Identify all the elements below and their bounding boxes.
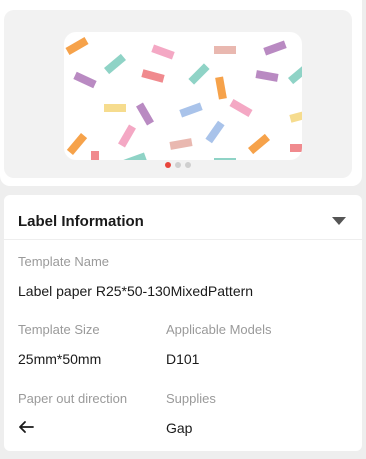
- applicable-models-label: Applicable Models: [166, 322, 272, 337]
- confetti-piece: [104, 104, 126, 112]
- confetti-piece: [288, 63, 302, 85]
- confetti-piece: [289, 109, 302, 123]
- confetti-piece: [123, 152, 147, 160]
- applicable-models-value: D101: [166, 351, 200, 367]
- label-information-card: Label Information Template Name Label pa…: [4, 195, 362, 451]
- paper-out-direction-label: Paper out direction: [18, 391, 128, 406]
- confetti-piece: [229, 99, 253, 117]
- confetti-piece: [205, 120, 225, 144]
- confetti-piece: [290, 144, 302, 152]
- arrow-left-icon: [19, 421, 34, 433]
- supplies-value: Gap: [166, 420, 193, 436]
- label-preview-area: [4, 10, 352, 178]
- label-preview-image[interactable]: [64, 32, 302, 160]
- template-name-value: Label paper R25*50-130MixedPattern: [18, 283, 254, 299]
- page-indicator: [4, 162, 352, 168]
- confetti-piece: [141, 69, 165, 83]
- confetti-piece: [66, 133, 88, 155]
- confetti-piece: [118, 124, 136, 148]
- confetti-piece: [104, 53, 126, 75]
- template-size-value: 25mm*50mm: [18, 351, 102, 367]
- confetti-piece: [179, 102, 203, 118]
- supplies-label: Supplies: [166, 391, 216, 406]
- confetti-piece: [91, 151, 99, 160]
- template-name-label: Template Name: [18, 254, 110, 269]
- confetti-piece: [263, 40, 287, 56]
- page-indicator-dot-active[interactable]: [165, 162, 171, 168]
- confetti-piece: [151, 44, 175, 60]
- confetti-piece: [136, 102, 154, 126]
- label-information-header[interactable]: Label Information: [18, 212, 348, 232]
- confetti-piece: [73, 71, 97, 89]
- confetti-piece: [214, 46, 236, 54]
- page-indicator-dot[interactable]: [175, 162, 181, 168]
- page-indicator-dot[interactable]: [185, 162, 191, 168]
- confetti-piece: [215, 76, 227, 100]
- confetti-piece: [214, 158, 236, 160]
- confetti-piece: [255, 70, 279, 82]
- confetti-piece: [65, 37, 89, 55]
- header-divider: [4, 239, 362, 240]
- confetti-piece: [188, 63, 210, 85]
- mixed-pattern-graphic: [65, 37, 302, 160]
- label-preview-card: [0, 0, 362, 186]
- confetti-piece: [169, 138, 193, 150]
- triangle-down-icon[interactable]: [332, 217, 346, 225]
- template-size-label: Template Size: [18, 322, 100, 337]
- label-information-title: Label Information: [18, 213, 144, 230]
- confetti-piece: [248, 133, 270, 155]
